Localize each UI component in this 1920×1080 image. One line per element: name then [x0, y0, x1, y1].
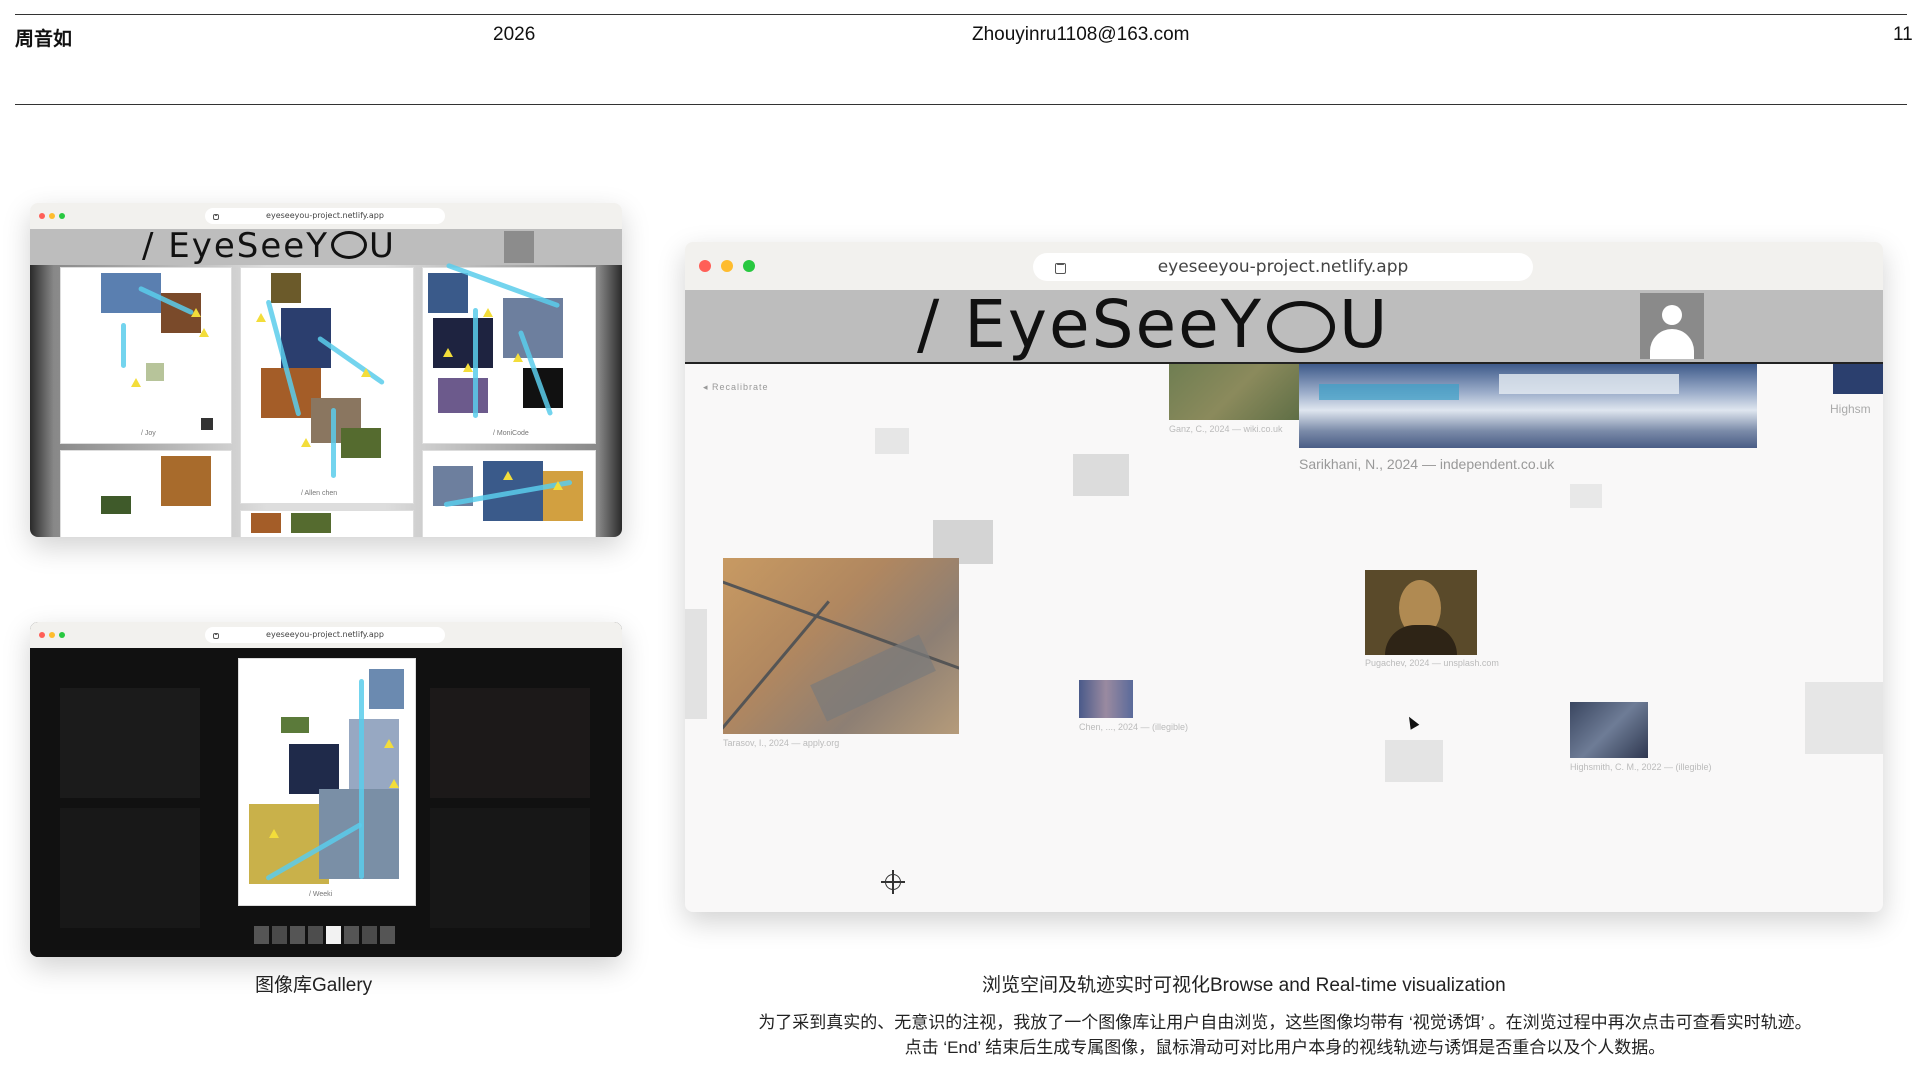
- gallery-card-weeki-expanded[interactable]: / Weeki: [238, 658, 416, 906]
- mouse-cursor-icon: [1404, 714, 1420, 730]
- gallery-area: / Joy / Allen chen / MoniCode: [30, 262, 622, 537]
- url-text: eyeseeyou-project.netlify.app: [1157, 257, 1409, 277]
- gallery-card[interactable]: [422, 450, 596, 537]
- image-placeholder[interactable]: [1385, 740, 1443, 782]
- maximize-dot[interactable]: [59, 213, 65, 219]
- partial-caption: Highsm: [1830, 402, 1871, 416]
- image-caption: Tarasov, I., 2024 — apply.org: [723, 738, 840, 748]
- avatar[interactable]: [1640, 293, 1704, 359]
- gallery-card[interactable]: [240, 510, 414, 537]
- thumbnail[interactable]: [308, 926, 323, 944]
- user-icon: [1662, 305, 1682, 325]
- minimize-dot[interactable]: [49, 213, 55, 219]
- image-caption: Ganz, C., 2024 — wiki.co.uk: [1169, 424, 1283, 434]
- browse-caption: 浏览空间及轨迹实时可视化Browse and Real-time visuali…: [982, 975, 1506, 996]
- gallery-detail-window: eyeseeyou-project.netlify.app / Weeki: [30, 622, 622, 957]
- gallery-caption: 图像库Gallery: [255, 975, 373, 996]
- thumbnail[interactable]: [290, 926, 305, 944]
- header-bottom-rule: [15, 104, 1907, 105]
- thumbnail-strip[interactable]: [254, 926, 398, 944]
- image-placeholder[interactable]: [1805, 682, 1883, 754]
- address-bar[interactable]: eyeseeyou-project.netlify.app: [205, 627, 445, 643]
- recalibrate-button[interactable]: ◂ Recalibrate: [703, 382, 769, 393]
- logo-text: / EyeSeeY: [917, 290, 1264, 363]
- card-label: / MoniCode: [493, 430, 529, 437]
- url-text: eyeseeyou-project.netlify.app: [266, 211, 384, 220]
- image-caption: Highsmith, C. M., 2022 — (illegible): [1570, 762, 1712, 772]
- maximize-dot[interactable]: [59, 632, 65, 638]
- image-placeholder[interactable]: [685, 609, 707, 719]
- close-dot[interactable]: [39, 213, 45, 219]
- thumbnail[interactable]: [272, 926, 287, 944]
- browser-chrome: eyeseeyou-project.netlify.app: [30, 203, 622, 230]
- email: Zhouyinru1108@163.com: [972, 24, 1190, 45]
- lock-icon: [213, 214, 219, 220]
- image-caption: Pugachev, 2024 — unsplash.com: [1365, 658, 1499, 668]
- author-name: 周音如: [15, 29, 73, 50]
- crosshair-icon: [881, 870, 905, 894]
- page-number: 11: [1893, 24, 1913, 45]
- image-placeholder[interactable]: [875, 428, 909, 454]
- year: 2026: [493, 24, 536, 45]
- logo-tail: U: [1339, 290, 1390, 363]
- minimize-dot[interactable]: [49, 632, 55, 638]
- thumbnail[interactable]: [362, 926, 377, 944]
- image-placeholder[interactable]: [1570, 484, 1602, 508]
- image-partial[interactable]: [1833, 364, 1883, 394]
- minimize-dot[interactable]: [721, 260, 733, 272]
- logo-text: / EyeSeeY: [142, 229, 329, 266]
- url-text: eyeseeyou-project.netlify.app: [266, 630, 384, 639]
- browser-chrome: eyeseeyou-project.netlify.app: [685, 242, 1883, 291]
- card-label: / Allen chen: [301, 490, 338, 497]
- browser-chrome: eyeseeyou-project.netlify.app: [30, 622, 622, 649]
- thumbnail[interactable]: [380, 926, 395, 944]
- avatar[interactable]: [504, 231, 534, 263]
- gallery-card-allen[interactable]: / Allen chen: [240, 267, 414, 504]
- logo-tail: U: [368, 229, 396, 266]
- site-header: / EyeSeeY U: [685, 290, 1883, 364]
- gallery-card[interactable]: [60, 450, 232, 537]
- image-field[interactable]: [1169, 364, 1301, 420]
- eye-icon: [330, 231, 367, 259]
- lock-icon: [1055, 263, 1066, 274]
- image-caption: Chen, ..., 2024 — (illegible): [1079, 722, 1189, 732]
- close-dot[interactable]: [699, 260, 711, 272]
- image-caption-main: Sarikhani, N., 2024 — independent.co.uk: [1299, 456, 1555, 472]
- image-placeholder[interactable]: [1073, 454, 1129, 496]
- card-label: / Weeki: [309, 891, 333, 898]
- address-bar[interactable]: eyeseeyou-project.netlify.app: [205, 208, 445, 224]
- site-header: / EyeSeeY U: [30, 229, 622, 267]
- image-desert-highway[interactable]: [723, 558, 959, 734]
- address-bar[interactable]: eyeseeyou-project.netlify.app: [1033, 253, 1533, 281]
- browse-space-window: eyeseeyou-project.netlify.app / EyeSeeY U…: [685, 242, 1883, 912]
- description-line-2: 点击 ‘End’ 结束后生成专属图像，鼠标滑动可对比用户本身的视线轨迹与诱饵是否…: [904, 1038, 1666, 1057]
- gallery-card-joy[interactable]: / Joy: [60, 267, 232, 444]
- browse-canvas[interactable]: ◂ Recalibrate Ganz, C., 2024 — wiki.co.u…: [685, 364, 1883, 912]
- card-label: / Joy: [141, 430, 156, 437]
- thumbnail[interactable]: [254, 926, 269, 944]
- eye-icon: [1267, 301, 1336, 353]
- gallery-card-monicode[interactable]: / MoniCode: [422, 262, 596, 444]
- top-rule: [15, 14, 1907, 15]
- maximize-dot[interactable]: [743, 260, 755, 272]
- image-crowd[interactable]: [1079, 680, 1133, 718]
- close-dot[interactable]: [39, 632, 45, 638]
- image-wave[interactable]: [1299, 364, 1757, 448]
- image-statue[interactable]: [1570, 702, 1648, 758]
- site-logo: / EyeSeeY U: [142, 229, 396, 266]
- lock-icon: [213, 633, 219, 639]
- site-logo: / EyeSeeY U: [917, 290, 1390, 363]
- image-mona-lisa[interactable]: [1365, 570, 1477, 655]
- description-line-1: 为了采到真实的、无意识的注视，我放了一个图像库让用户自由浏览，这些图像均带有 ‘…: [758, 1013, 1812, 1032]
- thumbnail-active[interactable]: [326, 926, 341, 944]
- gallery-overview-window: eyeseeyou-project.netlify.app / EyeSeeY U…: [30, 203, 622, 537]
- thumbnail[interactable]: [344, 926, 359, 944]
